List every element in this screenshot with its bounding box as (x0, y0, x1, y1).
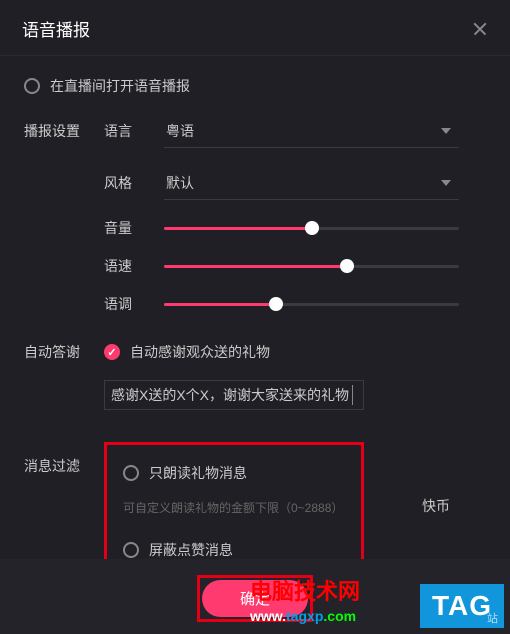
enable-label: 在直播间打开语音播报 (50, 76, 190, 96)
speed-label: 语速 (104, 256, 164, 276)
template-prefix: 感谢X送的X个X， (111, 385, 223, 405)
language-select[interactable]: 粤语 (164, 114, 459, 148)
volume-label: 音量 (104, 218, 164, 238)
confirm-button[interactable]: 确定 (202, 580, 308, 617)
amount-hint: 可自定义朗读礼物的金额下限（0~2888） (123, 499, 345, 516)
language-label: 语言 (104, 121, 164, 141)
dialog-content: 在直播间打开语音播报 播报设置 语言 粤语 风格 默认 音量 (0, 56, 510, 601)
voice-broadcast-dialog: 语音播报 在直播间打开语音播报 播报设置 语言 粤语 风格 默认 音量 (0, 0, 510, 601)
volume-row: 音量 (24, 218, 486, 238)
radio-icon (123, 465, 139, 481)
radio-icon (24, 78, 40, 94)
radio-icon (123, 542, 139, 558)
chevron-down-icon (441, 180, 451, 186)
thank-template-row: 感谢X送的X个X， (104, 380, 364, 410)
only-gifts-label: 只朗读礼物消息 (149, 463, 247, 483)
chevron-down-icon (441, 128, 451, 134)
pitch-row: 语调 (24, 294, 486, 314)
block-likes-row[interactable]: 屏蔽点赞消息 (123, 540, 345, 560)
slider-thumb-icon (269, 297, 283, 311)
enable-row[interactable]: 在直播间打开语音播报 (24, 76, 486, 96)
confirm-highlight-box: 确定 (197, 575, 313, 622)
settings-section-label: 播报设置 (24, 121, 104, 141)
language-row: 播报设置 语言 粤语 (24, 114, 486, 148)
speed-slider[interactable] (164, 256, 459, 276)
tag-station: 站 (487, 610, 498, 626)
pitch-label: 语调 (104, 294, 164, 314)
auto-reply-section-label: 自动答谢 (24, 342, 104, 362)
dialog-header: 语音播报 (0, 0, 510, 56)
filter-section-label: 消息过滤 (24, 438, 104, 476)
only-gifts-row[interactable]: 只朗读礼物消息 (123, 463, 345, 483)
dialog-title: 语音播报 (22, 16, 90, 41)
style-label: 风格 (104, 173, 164, 193)
style-select[interactable]: 默认 (164, 166, 459, 200)
currency-unit: 快币 (422, 496, 450, 516)
style-row: 风格 默认 (24, 166, 486, 200)
checkmark-icon[interactable] (104, 344, 120, 360)
volume-slider[interactable] (164, 218, 459, 238)
slider-thumb-icon (305, 221, 319, 235)
style-value: 默认 (166, 173, 194, 193)
thank-gifts-label: 自动感谢观众送的礼物 (130, 342, 270, 362)
template-input[interactable] (223, 385, 353, 405)
close-icon[interactable] (472, 21, 488, 37)
language-value: 粤语 (166, 121, 194, 141)
slider-thumb-icon (340, 259, 354, 273)
auto-reply-row: 自动答谢 自动感谢观众送的礼物 (24, 342, 486, 362)
block-likes-label: 屏蔽点赞消息 (149, 540, 233, 560)
speed-row: 语速 (24, 256, 486, 276)
pitch-slider[interactable] (164, 294, 459, 314)
